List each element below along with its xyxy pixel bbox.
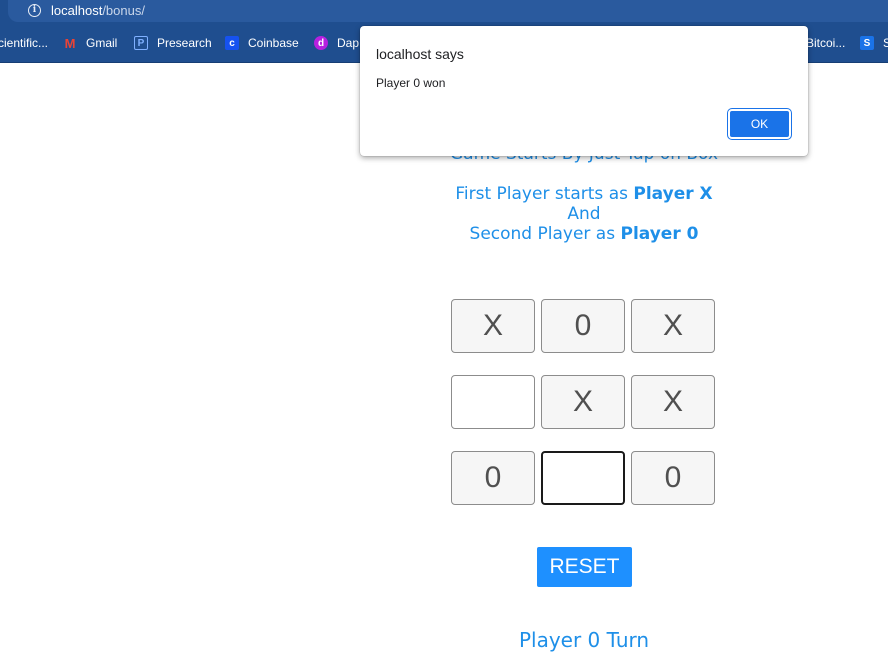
- turn-indicator: Player 0 Turn: [518, 628, 650, 652]
- s-icon: S: [860, 36, 874, 50]
- cell-0-2[interactable]: X: [631, 299, 715, 353]
- url-text: localhost/bonus/: [51, 3, 145, 18]
- ok-button[interactable]: OK: [727, 108, 792, 140]
- info-icon[interactable]: i: [28, 4, 41, 17]
- bookmark-s[interactable]: S S: [860, 35, 888, 51]
- dialog-message: Player 0 won: [376, 76, 446, 90]
- intro-and: And: [567, 204, 601, 224]
- address-bar: i localhost/bonus/: [0, 0, 888, 24]
- intro-first-player: First Player starts as Player X: [455, 184, 713, 204]
- cell-1-1[interactable]: X: [541, 375, 625, 429]
- alert-dialog: localhost says Player 0 won OK: [360, 26, 808, 156]
- bookmark-presearch[interactable]: P Presearch: [134, 35, 212, 51]
- cell-0-0[interactable]: X: [451, 299, 535, 353]
- dialog-title: localhost says: [376, 46, 464, 62]
- url-field[interactable]: i localhost/bonus/: [8, 0, 888, 22]
- gmail-icon: M: [64, 35, 76, 51]
- intro-second-player: Second Player as Player 0: [469, 224, 699, 244]
- presearch-icon: P: [134, 36, 148, 50]
- cell-2-1[interactable]: [541, 451, 625, 505]
- cell-1-2[interactable]: X: [631, 375, 715, 429]
- cell-0-1[interactable]: 0: [541, 299, 625, 353]
- cell-2-2[interactable]: 0: [631, 451, 715, 505]
- bookmark-dap[interactable]: d Dap: [314, 35, 359, 51]
- bookmark-scientific[interactable]: cientific...: [0, 35, 48, 51]
- bookmark-gmail[interactable]: M Gmail: [63, 35, 118, 51]
- coinbase-icon: c: [225, 36, 239, 50]
- dapp-icon: d: [314, 36, 328, 50]
- cell-1-0[interactable]: [451, 375, 535, 429]
- bookmark-bitcoin[interactable]: Bitcoi...: [806, 35, 845, 51]
- cell-2-0[interactable]: 0: [451, 451, 535, 505]
- bookmark-coinbase[interactable]: c Coinbase: [225, 35, 299, 51]
- reset-button[interactable]: RESET: [537, 547, 632, 587]
